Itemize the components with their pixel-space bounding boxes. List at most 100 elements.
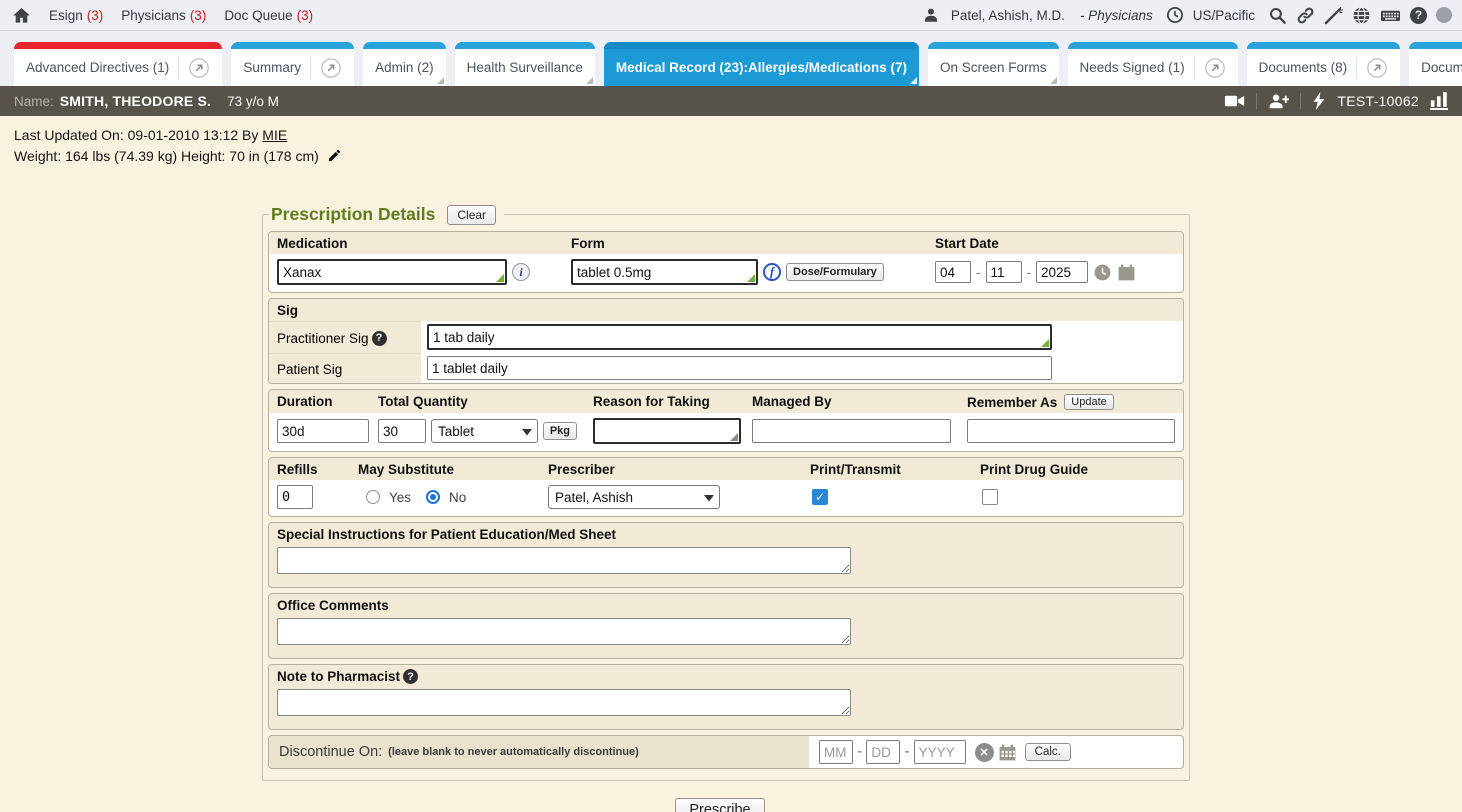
sig-header: Sig [269,299,1183,321]
status-indicator-icon [1436,7,1452,23]
keyboard-icon[interactable] [1380,6,1401,25]
print-drug-guide-checkbox[interactable] [982,489,998,505]
reason-label: Reason for Taking [585,390,744,413]
refills-input[interactable] [277,485,313,509]
may-substitute-label: May Substitute [350,458,540,480]
home-icon[interactable] [12,6,31,25]
tab-documents-d[interactable]: Documents-D [1409,42,1462,86]
start-month-input[interactable] [935,261,971,283]
last-updated-text: Last Updated On: 09-01-2010 13:12 By [14,127,258,143]
start-day-input[interactable] [986,261,1022,283]
discontinue-hint: (leave blank to never automatically disc… [388,746,639,758]
print-transmit-checkbox[interactable]: ✓ [812,489,828,505]
note-to-pharmacist-label: Note to Pharmacist [277,669,400,684]
substitute-no-radio[interactable] [426,490,440,504]
physicians-count: (3) [190,8,207,23]
tab-summary[interactable]: Summary [231,42,354,86]
record-meta: Last Updated On: 09-01-2010 13:12 By MIE… [0,116,1462,167]
quantity-unit-select[interactable]: Tablet [431,419,538,443]
reason-input[interactable] [593,418,741,444]
tab-fold-icon [910,77,917,84]
wand-icon[interactable] [1324,6,1343,25]
patient-sig-label: Patient Sig [277,362,342,377]
info-icon[interactable]: i [512,263,530,281]
help-icon[interactable]: ? [1410,7,1427,24]
dose-formulary-button[interactable]: Dose/Formulary [786,263,884,281]
office-comments-label: Office Comments [269,594,1183,616]
special-instructions-section: Special Instructions for Patient Educati… [268,522,1184,588]
note-to-pharmacist-section: Note to Pharmacist ? [268,664,1184,730]
quantity-input[interactable] [378,419,426,443]
calendar-icon[interactable] [998,743,1017,762]
edit-icon[interactable] [327,148,342,163]
video-icon[interactable] [1224,92,1245,110]
tab-advanced-directives[interactable]: Advanced Directives (1) [14,42,222,86]
link-icon[interactable] [1296,6,1315,25]
duration-section: Duration Total Quantity Reason for Takin… [268,389,1184,452]
flash-icon[interactable] [1312,92,1326,110]
discontinue-day-input[interactable] [866,740,900,764]
popout-icon[interactable] [178,57,210,79]
tab-health-surveillance[interactable]: Health Surveillance [455,42,595,86]
time-icon[interactable] [1093,263,1112,282]
prescription-details-fieldset: Prescription Details Clear Medication Fo… [262,204,1190,781]
form-input[interactable] [571,259,758,285]
special-instructions-textarea[interactable] [277,547,851,574]
globe-icon[interactable] [1352,6,1371,25]
pkg-button[interactable]: Pkg [543,422,577,440]
prescribe-button[interactable]: Prescribe [675,798,764,812]
print-transmit-label: Print/Transmit [802,458,972,480]
update-button[interactable]: Update [1064,394,1113,410]
remember-as-input[interactable] [967,419,1175,443]
patient-sig-input[interactable] [427,356,1052,380]
clear-button[interactable]: Clear [447,205,496,225]
start-year-input[interactable] [1036,261,1088,283]
calc-button[interactable]: Calc. [1025,743,1071,761]
remember-as-label: Remember As [967,395,1057,410]
popout-icon[interactable] [310,57,342,79]
managed-by-label: Managed By [744,390,959,413]
current-role: - Physicians [1080,8,1153,23]
calendar-icon[interactable] [1117,263,1136,282]
search-icon[interactable] [1268,6,1287,25]
sig-section: Sig Practitioner Sig ? Patient Sig [268,298,1184,384]
substitute-yes-radio[interactable] [366,490,380,504]
tab-fold-icon [437,77,444,84]
timezone[interactable]: US/Pacific [1193,8,1255,23]
popout-icon[interactable] [1356,57,1388,79]
nav-doc-queue[interactable]: Doc Queue (3) [224,8,313,23]
refills-section: Refills May Substitute Prescriber Print/… [268,457,1184,517]
print-drug-guide-label: Print Drug Guide [972,458,1183,480]
patient-id[interactable]: TEST-10062 [1337,93,1419,109]
office-comments-textarea[interactable] [277,618,851,645]
clear-date-icon[interactable]: ✕ [975,743,994,762]
formulary-icon[interactable]: f [763,263,781,281]
medication-label: Medication [269,232,563,254]
duration-input[interactable] [277,419,369,443]
managed-by-input[interactable] [752,419,951,443]
help-icon[interactable]: ? [372,331,387,346]
tab-needs-signed[interactable]: Needs Signed (1) [1068,42,1238,86]
tab-documents[interactable]: Documents (8) [1247,42,1401,86]
practitioner-sig-input[interactable] [427,324,1052,350]
doc-queue-count: (3) [297,8,314,23]
current-user[interactable]: Patel, Ashish, M.D. [951,8,1065,23]
tab-on-screen-forms[interactable]: On Screen Forms [928,42,1059,86]
updated-by-link[interactable]: MIE [262,127,287,143]
flowsheet-chart-icon[interactable] [1430,92,1448,110]
medication-input[interactable] [277,259,507,285]
patient-name-label: Name: [14,94,54,109]
discontinue-year-input[interactable] [914,740,966,764]
add-user-icon[interactable] [1268,92,1289,110]
note-to-pharmacist-textarea[interactable] [277,689,851,716]
prescriber-label: Prescriber [540,458,802,480]
tab-admin[interactable]: Admin (2) [363,42,446,86]
discontinue-month-input[interactable] [819,740,853,764]
nav-esign[interactable]: Esign (3) [49,8,103,23]
prescriber-select[interactable]: Patel, Ashish [548,485,720,509]
tab-fold-icon [1050,77,1057,84]
popout-icon[interactable] [1194,57,1226,79]
help-icon[interactable]: ? [403,669,418,684]
tab-medical-record[interactable]: Medical Record (23):Allergies/Medication… [604,42,919,86]
nav-physicians[interactable]: Physicians (3) [121,8,206,23]
